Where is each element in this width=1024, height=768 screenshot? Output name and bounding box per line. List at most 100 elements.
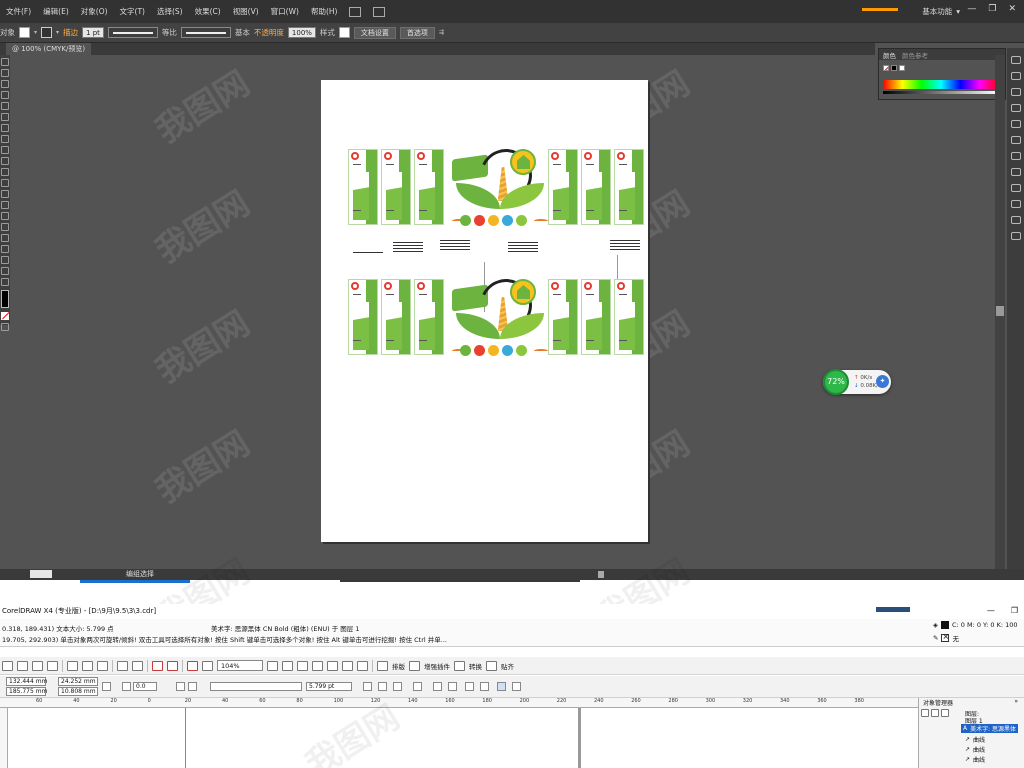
export-icon[interactable] <box>167 660 178 671</box>
artwork-row-2[interactable] <box>348 271 648 365</box>
align-icon[interactable]: ⇶ <box>439 29 444 36</box>
font-size-select[interactable]: 5.799 pt <box>306 682 352 691</box>
selection-tool-icon[interactable] <box>1 58 9 66</box>
paste-icon[interactable] <box>97 660 108 671</box>
opacity-label[interactable]: 不透明度 <box>254 27 284 38</box>
undo-icon[interactable] <box>117 660 128 671</box>
arrange-icon[interactable] <box>377 660 388 671</box>
chevron-down-icon[interactable]: ▾ <box>34 29 37 36</box>
artwork-row-1[interactable] <box>348 141 648 235</box>
none-swatch[interactable] <box>883 65 889 71</box>
label-card[interactable] <box>414 149 444 225</box>
none-color-icon[interactable] <box>1 312 9 320</box>
white-swatch[interactable] <box>899 65 905 71</box>
horizontal-text-icon[interactable] <box>497 682 506 691</box>
horizontal-scroll-thumb[interactable] <box>598 571 604 578</box>
edit-text-icon[interactable] <box>480 682 489 691</box>
restore-icon[interactable]: ❐ <box>988 4 996 14</box>
brush-label[interactable]: 基本 <box>235 27 250 38</box>
selected-object-row[interactable]: A 美术字: 思源黑体 <box>961 724 1019 733</box>
workspace-switcher[interactable]: 基本功能 ▾ <box>922 6 960 17</box>
color-spectrum[interactable] <box>883 80 999 89</box>
gradient-icon[interactable] <box>1010 152 1021 160</box>
snap-button[interactable]: 贴齐 <box>501 661 514 671</box>
cut-icon[interactable] <box>67 660 78 671</box>
brush-tool-icon[interactable] <box>1 135 9 143</box>
arrange-docs-icon[interactable] <box>373 6 386 17</box>
convert-button[interactable]: 转换 <box>469 661 482 671</box>
document-setup-button[interactable]: 文档设置 <box>353 26 396 39</box>
label-card[interactable] <box>548 279 578 355</box>
stroke-swatch[interactable] <box>41 27 53 38</box>
pencil-tool-icon[interactable] <box>1 146 9 154</box>
italic-icon[interactable] <box>378 682 387 691</box>
label-card[interactable] <box>581 279 611 355</box>
menu-file[interactable]: 文件(F) <box>0 6 37 17</box>
food-emblem[interactable] <box>448 141 550 235</box>
transform-icon[interactable] <box>1010 200 1021 208</box>
zoom-width-icon[interactable] <box>342 660 353 671</box>
new-icon[interactable] <box>2 660 13 671</box>
vertical-text-icon[interactable] <box>512 682 521 691</box>
zoom-level-select[interactable]: 104% <box>217 660 263 671</box>
minimize-icon[interactable]: — <box>967 4 976 14</box>
screen-mode-icon[interactable] <box>1 323 9 331</box>
symbols-icon[interactable] <box>1010 120 1021 128</box>
menu-type[interactable]: 文字(T) <box>114 6 151 17</box>
type-tool-icon[interactable] <box>1 102 9 110</box>
welcome-icon[interactable] <box>202 660 213 671</box>
outline-status[interactable]: ✎ 无 <box>933 632 959 643</box>
network-monitor-widget[interactable]: 72% ↑ 0K/s ↓ 0.08K/s ✦ <box>823 369 891 395</box>
import-icon[interactable] <box>152 660 163 671</box>
pen-tool-icon[interactable] <box>1 91 9 99</box>
scrollbar-thumb[interactable] <box>996 306 1004 316</box>
font-family-select[interactable] <box>210 682 302 691</box>
text-format-icon[interactable] <box>465 682 474 691</box>
y-position-field[interactable]: 185.775 mm <box>6 687 47 696</box>
copy-icon[interactable] <box>82 660 93 671</box>
artboard[interactable] <box>321 80 648 542</box>
stroke-profile-preview[interactable] <box>107 27 158 38</box>
eraser-tool-icon[interactable] <box>1 157 9 165</box>
bullet-icon[interactable] <box>433 682 442 691</box>
opacity-field[interactable]: 100% <box>287 27 316 38</box>
food-emblem[interactable] <box>448 271 550 365</box>
layer-manager-icon[interactable] <box>941 709 949 717</box>
hand-tool-icon[interactable] <box>1 267 9 275</box>
label-card[interactable] <box>614 279 644 355</box>
minimize-icon[interactable]: — <box>987 606 995 615</box>
dropcap-icon[interactable] <box>448 682 457 691</box>
layers-icon[interactable] <box>1010 216 1021 224</box>
plugin-button[interactable]: 增强插件 <box>424 661 450 671</box>
tab-color-guide[interactable]: 颜色参考 <box>902 50 928 60</box>
mirror-v-icon[interactable] <box>188 682 197 691</box>
chevron-down-icon[interactable]: ▾ <box>56 29 59 36</box>
fill-stroke-icon[interactable] <box>1 290 9 308</box>
brush-preview[interactable] <box>180 27 231 38</box>
stroke-label[interactable]: 描边 <box>63 27 78 38</box>
transparency-icon[interactable] <box>1010 168 1021 176</box>
app-launcher-icon[interactable] <box>187 660 198 671</box>
lock-ratio-icon[interactable] <box>102 682 111 691</box>
menu-window[interactable]: 窗口(W) <box>265 6 305 17</box>
free-transform-tool-icon[interactable] <box>1 201 9 209</box>
preferences-button[interactable]: 首选项 <box>399 26 435 39</box>
gradient-tool-icon[interactable] <box>1 234 9 242</box>
swatches-icon[interactable] <box>1010 88 1021 96</box>
label-card[interactable] <box>548 149 578 225</box>
menu-view[interactable]: 视图(V) <box>227 6 265 17</box>
menu-effect[interactable]: 效果(C) <box>189 6 227 17</box>
convert-icon[interactable] <box>454 660 465 671</box>
zoom-field[interactable] <box>30 570 52 578</box>
print-icon[interactable] <box>47 660 58 671</box>
vertical-scrollbar[interactable] <box>995 55 1005 570</box>
stroke-profile-label[interactable]: 等比 <box>162 27 177 38</box>
label-card[interactable] <box>348 279 378 355</box>
color-icon[interactable] <box>1010 72 1021 80</box>
menu-edit[interactable]: 编辑(E) <box>37 6 75 17</box>
zoom-out-icon[interactable] <box>282 660 293 671</box>
label-card[interactable] <box>381 279 411 355</box>
fill-status[interactable]: ◈ C: 0 M: 0 Y: 0 K: 100 <box>933 621 1018 629</box>
blend-tool-icon[interactable] <box>1 256 9 264</box>
plugin-icon[interactable] <box>409 660 420 671</box>
